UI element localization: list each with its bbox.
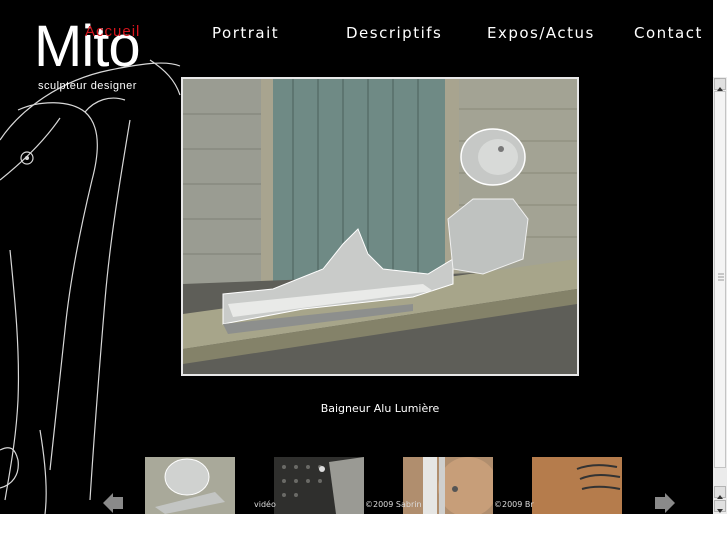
page-viewport: Mito Accueil sculpteur designer Portrait… [0, 0, 713, 514]
thumbnail-1[interactable] [145, 457, 235, 514]
scroll-up-button[interactable] [714, 78, 726, 91]
nav-accueil-link[interactable]: Accueil [85, 23, 140, 40]
thumbnail-1-image [145, 457, 235, 514]
credit-text-2: ©2009 Sabrin [365, 500, 422, 509]
thumbnail-2[interactable] [274, 457, 364, 514]
scrollbar-grip-icon [718, 273, 724, 281]
scrollbar-thumb[interactable] [714, 91, 726, 468]
scroll-down-icon [717, 509, 723, 513]
logo-tagline: sculpteur designer [38, 80, 137, 92]
scroll-down-button[interactable] [714, 500, 726, 513]
nav-contact-link[interactable]: Contact [634, 24, 703, 42]
arrow-right-icon[interactable] [653, 493, 675, 513]
sculpture-photo-image [183, 79, 577, 374]
photo-caption: Baigneur Alu Lumière [320, 402, 440, 415]
main-sculpture-photo [181, 77, 579, 376]
credit-text-1: vidéo [254, 500, 276, 509]
nav-descriptifs-link[interactable]: Descriptifs [346, 24, 442, 42]
thumbnail-2-image [274, 457, 364, 514]
vertical-scrollbar[interactable] [713, 77, 727, 514]
arrow-left-icon[interactable] [103, 493, 125, 513]
nav-portrait-link[interactable]: Portrait [212, 24, 279, 42]
thumbnail-4[interactable] [532, 457, 622, 514]
credit-text-3: ©2009 Br [494, 500, 534, 509]
scroll-up-button-lower[interactable] [714, 486, 726, 499]
nav-expos-link[interactable]: Expos/Actus [487, 24, 595, 42]
thumbnail-4-image [532, 457, 622, 514]
